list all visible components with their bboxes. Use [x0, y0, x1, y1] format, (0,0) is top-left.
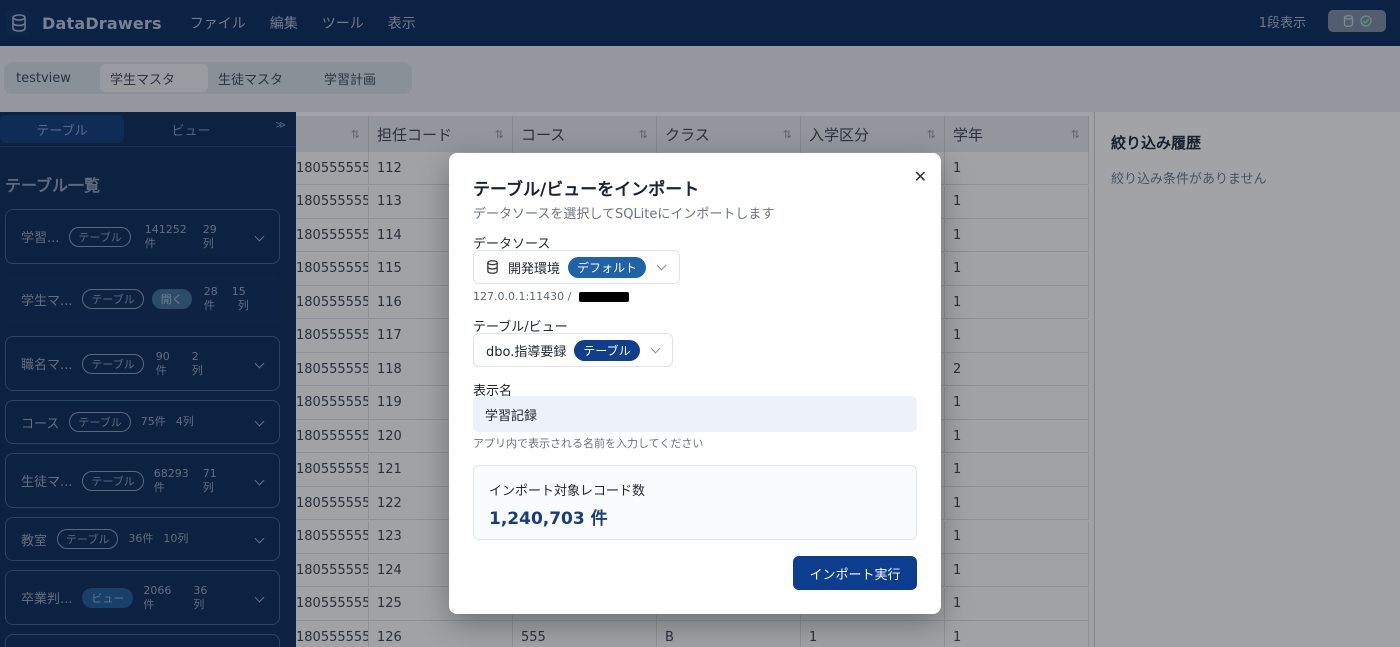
record-count-label: インポート対象レコード数 [489, 484, 646, 499]
close-icon[interactable]: ✕ [914, 167, 927, 186]
dialog-subtitle: データソースを選択してSQLiteにインポートします [473, 207, 775, 222]
default-badge: デフォルト [568, 256, 647, 278]
record-count-value: 1,240,703 件 [489, 509, 608, 529]
table-badge: テーブル [574, 339, 640, 361]
display-name-input[interactable] [473, 396, 917, 432]
import-execute-button[interactable]: インポート実行 [793, 556, 917, 590]
database-icon [487, 260, 498, 274]
connection-info: 127.0.0.1:11430 / [473, 290, 630, 303]
chevron-down-icon [650, 343, 661, 353]
table-view-select[interactable]: dbo.指導要録 テーブル [473, 333, 673, 367]
import-dialog: ✕ テーブル/ビューをインポート データソースを選択してSQLiteにインポート… [449, 153, 941, 614]
datasource-value: 開発環境 [508, 261, 561, 277]
datasource-select[interactable]: 開発環境 デフォルト [473, 250, 680, 284]
record-count-box: インポート対象レコード数 1,240,703 件 [473, 465, 917, 540]
dialog-title: テーブル/ビューをインポート [473, 180, 700, 200]
redacted-db-name [579, 291, 630, 302]
chevron-down-icon [656, 260, 667, 270]
table-view-value: dbo.指導要録 [486, 344, 567, 360]
display-name-hint: アプリ内で表示される名前を入力してください [473, 437, 704, 450]
